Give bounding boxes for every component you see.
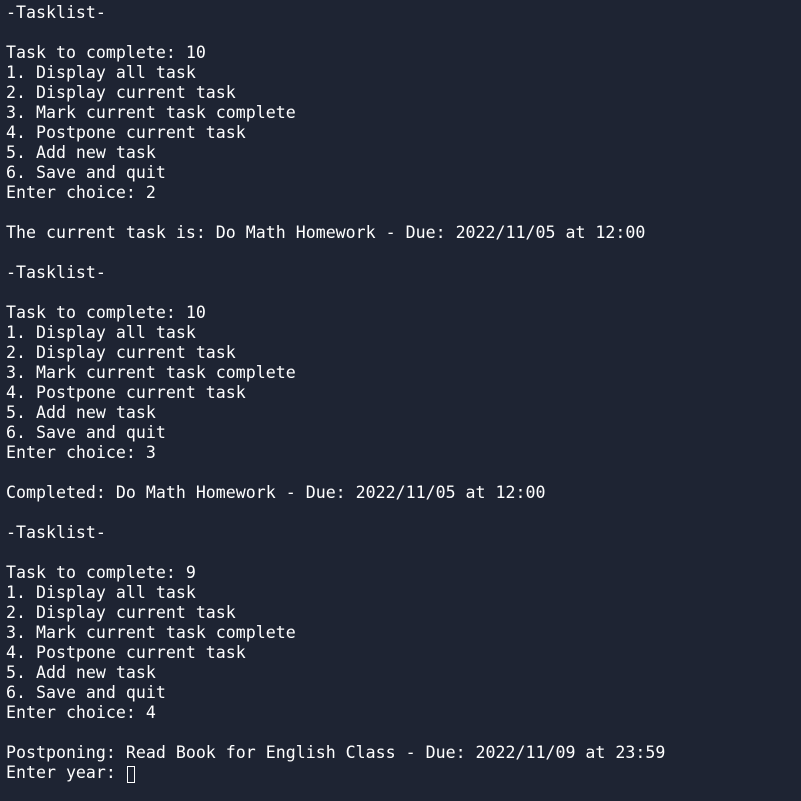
output-line: 1. Display all task — [6, 323, 196, 342]
output-line: Task to complete: 10 — [6, 303, 206, 322]
output-line: 6. Save and quit — [6, 683, 166, 702]
output-line: 4. Postpone current task — [6, 643, 246, 662]
output-line: 2. Display current task — [6, 343, 236, 362]
output-line: -Tasklist- — [6, 523, 106, 542]
output-line: 1. Display all task — [6, 63, 196, 82]
output-line: 1. Display all task — [6, 583, 196, 602]
output-line: 5. Add new task — [6, 663, 156, 682]
input-prompt-line[interactable]: Enter year: — [6, 763, 665, 783]
output-line: 5. Add new task — [6, 403, 156, 422]
output-line: Task to complete: 10 — [6, 43, 206, 62]
output-line: 3. Mark current task complete — [6, 623, 296, 642]
output-line: Enter choice: 4 — [6, 703, 156, 722]
output-line: Postponing: Read Book for English Class … — [6, 743, 666, 762]
output-line: Completed: Do Math Homework - Due: 2022/… — [6, 483, 546, 502]
output-line: Task to complete: 9 — [6, 563, 196, 582]
output-line: 3. Mark current task complete — [6, 103, 296, 122]
output-line: 2. Display current task — [6, 83, 236, 102]
output-line: 6. Save and quit — [6, 423, 166, 442]
prompt-label: Enter year: — [6, 763, 126, 782]
output-line: -Tasklist- — [6, 3, 106, 22]
text-cursor[interactable] — [126, 765, 135, 783]
terminal-output: -Tasklist- Task to complete: 10 1. Display… — [6, 3, 665, 783]
output-line: The current task is: Do Math Homework - … — [6, 223, 646, 242]
terminal-window[interactable]: -Tasklist- Task to complete: 10 1. Display… — [0, 0, 801, 801]
output-line: -Tasklist- — [6, 263, 106, 282]
output-line: 4. Postpone current task — [6, 383, 246, 402]
output-line: Enter choice: 2 — [6, 183, 156, 202]
output-line: 5. Add new task — [6, 143, 156, 162]
output-line: 4. Postpone current task — [6, 123, 246, 142]
output-line: 2. Display current task — [6, 603, 236, 622]
output-line: Enter choice: 3 — [6, 443, 156, 462]
output-line: 3. Mark current task complete — [6, 363, 296, 382]
output-line: 6. Save and quit — [6, 163, 166, 182]
